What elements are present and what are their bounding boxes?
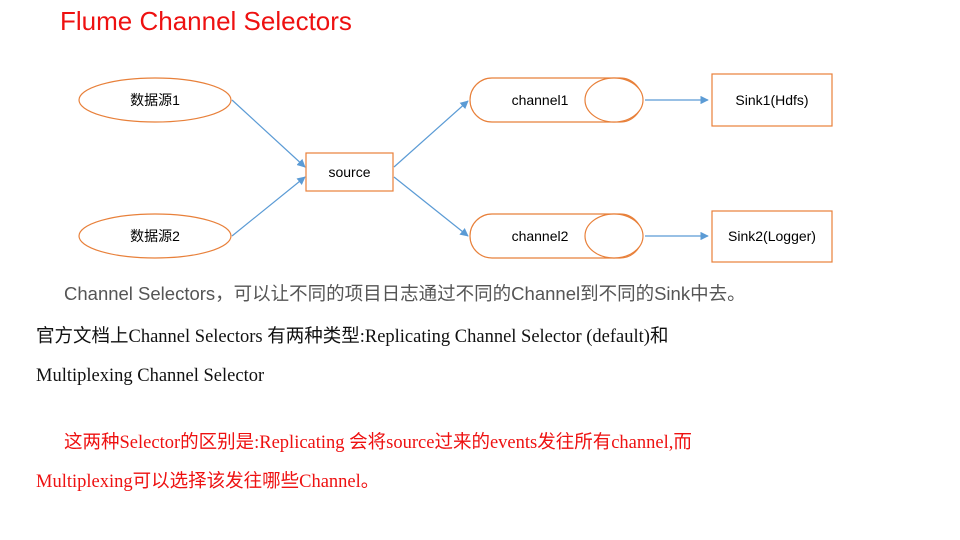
paragraph-intro: Channel Selectors，可以让不同的项目日志通过不同的Channel… [36,280,746,306]
channel-2-label: channel2 [512,228,569,244]
paragraph-difference: 这两种Selector的区别是:Replicating 会将source过来的e… [36,424,692,502]
sink-1-label: Sink1(Hdfs) [735,92,808,108]
data-source-1: 数据源1 [78,77,232,123]
paragraph-intro-text: Channel Selectors，可以让不同的项目日志通过不同的Channel… [64,283,746,304]
channel-1: channel1 [469,77,644,123]
paragraph-difference-line-2: Multiplexing可以选择该发往哪些Channel。 [36,472,380,492]
data-source-2-label: 数据源2 [130,228,180,244]
arrow-source-to-channel1 [393,100,469,168]
paragraph-types: 官方文档上Channel Selectors 有两种类型:Replicating… [36,318,668,396]
paragraph-difference-line-1: 这两种Selector的区别是:Replicating 会将source过来的e… [64,433,692,453]
arrow-source2-to-source [231,176,306,237]
arrow-source-to-channel2 [393,176,469,237]
channel-selector-diagram: 数据源1 数据源2 source channel1 channel2 Sink1… [78,73,833,263]
slide: Flume Channel Selectors 数据源1 数据源2 source… [0,0,960,540]
sink-1: Sink1(Hdfs) [711,73,833,127]
data-source-2: 数据源2 [78,213,232,259]
sink-2: Sink2(Logger) [711,210,833,263]
arrow-source1-to-source [231,99,306,168]
arrows [231,95,709,241]
paragraph-types-line-2: Multiplexing Channel Selector [36,366,265,386]
channel-2: channel2 [469,213,644,259]
channel-1-label: channel1 [512,92,569,108]
source-node: source [305,152,394,192]
data-source-1-label: 数据源1 [130,92,180,108]
sink-2-label: Sink2(Logger) [728,228,816,244]
source-node-label: source [328,164,370,180]
paragraph-types-line-1: 官方文档上Channel Selectors 有两种类型:Replicating… [36,327,669,347]
